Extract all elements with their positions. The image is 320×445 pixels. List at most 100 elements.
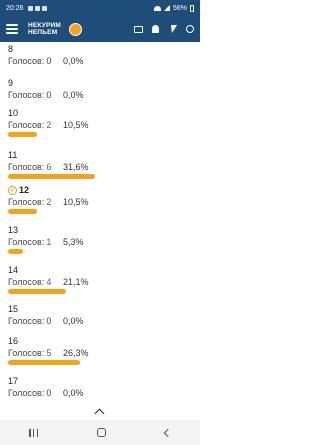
poll-option-label-row: 17 [8, 376, 192, 387]
votes-count[interactable]: 1 [46, 236, 51, 248]
poll-option-votes: Голосов: 6 31,6% [8, 161, 192, 173]
votes-label: Голосов: [8, 388, 45, 398]
poll-option-label-row: 9 [8, 78, 192, 89]
menu-icon[interactable] [6, 24, 18, 34]
battery-level: 56% [172, 4, 187, 12]
votes-percent: 21,1% [63, 277, 89, 287]
votes-percent: 5,3% [63, 237, 84, 247]
votes-count: 0 [46, 316, 52, 326]
logo-line-2: НЕПЬЕМ [28, 29, 58, 36]
notification-icon [34, 5, 40, 11]
poll-option: 17 Голосов: 0 0,0% [8, 376, 192, 399]
notification-icons [27, 5, 47, 11]
poll-option-votes: Голосов: 5 26,3% [8, 347, 192, 359]
poll-option-label-row: 8 [8, 44, 192, 55]
site-logo[interactable]: НЕКУРИМ НЕПЬЕМ [28, 22, 61, 36]
poll-progress-bar [8, 249, 23, 254]
logo-line-1: НЕКУРИМ [28, 22, 62, 29]
votes-count[interactable]: 4 [46, 276, 51, 288]
wifi-icon [153, 5, 161, 11]
poll-progress-bar [8, 174, 95, 179]
poll-option-label: 14 [8, 265, 19, 275]
selected-check-icon: ✓ [8, 186, 17, 195]
poll-option: 10 Голосов: 2 10,5% [8, 108, 192, 137]
battery-icon [190, 4, 194, 12]
chevron-up-icon[interactable] [93, 409, 107, 415]
poll-option-label-row: ✓ 12 [8, 185, 192, 196]
poll-option: ✓ 12 Голосов: 2 10,5% [8, 185, 192, 214]
back-button[interactable] [163, 428, 172, 437]
poll-option-label: 9 [8, 78, 14, 88]
poll-progress-bar [8, 360, 80, 365]
votes-label: Голосов: [8, 316, 45, 326]
votes-count: 0 [46, 56, 52, 66]
recent-apps-button[interactable] [29, 428, 39, 437]
app-header: НЕКУРИМ НЕПЬЕМ [0, 16, 200, 42]
poll-option-label-row: 11 [8, 150, 192, 161]
votes-label: Голосов: [8, 56, 45, 66]
home-button[interactable] [96, 428, 106, 437]
votes-count[interactable]: 2 [46, 119, 51, 131]
votes-count[interactable]: 5 [46, 347, 51, 359]
votes-label: Голосов: [8, 277, 45, 287]
system-nav-bar [0, 420, 200, 445]
search-icon[interactable] [185, 25, 194, 34]
votes-label: Голосов: [8, 197, 45, 207]
poll-option-label-row: 14 [8, 265, 192, 276]
poll-option-label: 17 [8, 376, 19, 386]
poll-progress-bar [8, 132, 37, 137]
votes-percent: 0,0% [63, 90, 84, 100]
poll-progress-bar [8, 209, 37, 214]
votes-percent: 0,0% [63, 316, 84, 326]
poll-option-label: 15 [8, 304, 19, 314]
votes-count: 0 [46, 388, 52, 398]
votes-percent: 31,6% [63, 162, 89, 172]
user-avatar[interactable] [69, 22, 83, 36]
poll-option-votes: Голосов: 1 5,3% [8, 236, 192, 248]
poll-option-label: 16 [8, 336, 19, 346]
poll-option-label: 11 [8, 150, 18, 160]
poll-option: 8 Голосов: 0 0,0% [8, 44, 192, 67]
notification-icon [41, 5, 47, 11]
votes-label: Голосов: [8, 90, 45, 100]
poll-option-votes: Голосов: 4 21,1% [8, 276, 192, 288]
poll-option: 16 Голосов: 5 26,3% [8, 336, 192, 365]
votes-label: Голосов: [8, 162, 45, 172]
poll-option-label-row: 15 [8, 304, 192, 315]
signal-icon [163, 5, 170, 11]
votes-label: Голосов: [8, 120, 45, 130]
poll-option: 13 Голосов: 1 5,3% [8, 225, 192, 254]
poll-option-label: 10 [8, 108, 19, 118]
votes-percent: 10,5% [63, 120, 89, 130]
poll-option-votes: Голосов: 2 10,5% [8, 196, 192, 208]
votes-count[interactable]: 6 [46, 161, 51, 173]
votes-count: 0 [46, 90, 52, 100]
votes-percent: 0,0% [63, 56, 84, 66]
bell-icon[interactable] [151, 25, 160, 34]
poll-option-label: 8 [8, 44, 14, 54]
mail-icon[interactable] [134, 25, 143, 34]
poll-option-votes: Голосов: 2 10,5% [8, 119, 192, 131]
poll-option-label-row: 13 [8, 225, 192, 236]
votes-percent: 0,0% [63, 388, 84, 398]
poll-option-label-row: 10 [8, 108, 192, 119]
votes-percent: 26,3% [63, 348, 89, 358]
lightning-icon[interactable] [168, 25, 177, 34]
votes-label: Голосов: [8, 237, 45, 247]
notification-icon [27, 5, 33, 11]
status-bar: 20:26 56% [0, 0, 200, 16]
poll-option-votes: Голосов: 0 0,0% [8, 55, 192, 67]
poll-option-label: 12 [19, 185, 30, 195]
poll-option: 14 Голосов: 4 21,1% [8, 265, 192, 294]
poll-option: 11 Голосов: 6 31,6% [8, 150, 192, 179]
poll-option-votes: Голосов: 0 0,0% [8, 387, 192, 399]
poll-progress-bar [8, 289, 66, 294]
poll-option-label: 13 [8, 225, 19, 235]
votes-count[interactable]: 2 [46, 196, 51, 208]
poll-option-votes: Голосов: 0 0,0% [8, 315, 192, 327]
poll-option-votes: Голосов: 0 0,0% [8, 89, 192, 101]
poll-option: 15 Голосов: 0 0,0% [8, 304, 192, 327]
votes-label: Голосов: [8, 348, 45, 358]
poll-option-label-row: 16 [8, 336, 192, 347]
poll-option: 9 Голосов: 0 0,0% [8, 78, 192, 101]
